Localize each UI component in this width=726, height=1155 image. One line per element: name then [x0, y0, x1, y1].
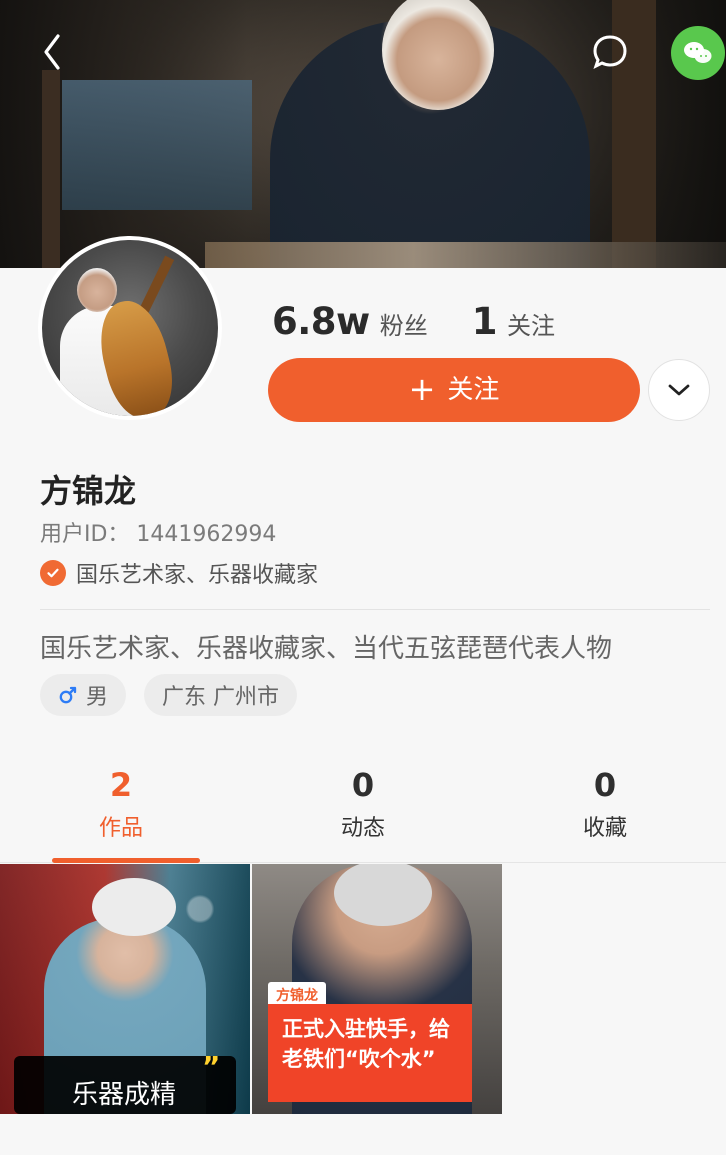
profile-name: 方锦龙 [40, 472, 137, 510]
profile-tabs: 2 作品 0 动态 0 收藏 [0, 752, 726, 863]
work-tile-2[interactable]: 方锦龙 正式入驻快手，给老铁们“吹个水” [252, 864, 502, 1114]
cover-pillar-left [42, 70, 60, 268]
male-icon [58, 685, 78, 705]
following-label: 关注 [506, 312, 555, 340]
wechat-share-button[interactable] [671, 26, 725, 80]
chevron-down-icon [668, 384, 690, 396]
verification-text: 国乐艺术家、乐器收藏家 [76, 563, 319, 588]
back-arrow-icon [44, 34, 60, 70]
fans-stat[interactable]: 6.8w 粉丝 [272, 300, 428, 343]
back-button[interactable] [30, 30, 74, 74]
location-tag: 广东 广州市 [144, 674, 298, 716]
tile-1-caption: 乐器成精 [72, 1080, 177, 1110]
avatar[interactable] [38, 236, 222, 420]
profile-stats: 6.8w 粉丝 1 关注 [272, 300, 555, 343]
verified-check-icon [40, 560, 66, 586]
follow-label: 关注 [447, 375, 500, 405]
fans-label: 粉丝 [379, 312, 428, 340]
tab-works[interactable]: 2 作品 [0, 752, 242, 863]
profile-tags: 男 广东 广州市 [40, 674, 298, 716]
bio-text: 国乐艺术家、乐器收藏家、当代五弦琵琶代表人物 [40, 634, 613, 664]
gender-tag: 男 [40, 674, 127, 716]
verification-row: 国乐艺术家、乐器收藏家 [40, 557, 318, 589]
tab-moments[interactable]: 0 动态 [242, 752, 484, 863]
following-stat[interactable]: 1 关注 [472, 300, 555, 343]
avatar-image [42, 240, 218, 416]
follow-button[interactable]: + 关注 [268, 358, 640, 422]
tile-1-hair [92, 878, 176, 936]
tile-2-caption: 正式入驻快手，给老铁们“吹个水” [268, 1004, 472, 1102]
quote-icon: ” [202, 1050, 221, 1083]
tab-favorites[interactable]: 0 收藏 [484, 752, 726, 863]
moments-label: 动态 [340, 816, 385, 841]
cover-window [62, 80, 252, 210]
user-id: 用户ID： 1441962994 [40, 522, 277, 547]
favorites-label: 收藏 [582, 816, 627, 841]
favorites-count: 0 [593, 766, 617, 804]
chat-bubble-icon [593, 35, 627, 69]
active-tab-indicator [52, 858, 200, 863]
cover-instrument [205, 242, 726, 268]
works-count: 2 [109, 766, 133, 804]
profile-cover [0, 0, 726, 268]
chat-button[interactable] [586, 28, 634, 76]
plus-icon: + [408, 370, 436, 408]
more-options-button[interactable] [648, 359, 710, 421]
avatar-head [77, 268, 117, 312]
location-label: 广东 广州市 [162, 685, 280, 710]
fans-count: 6.8w [272, 300, 370, 343]
works-label: 作品 [98, 816, 143, 841]
wechat-icon [684, 42, 712, 63]
profile-divider [40, 609, 710, 610]
following-count: 1 [471, 300, 498, 343]
gender-label: 男 [86, 685, 109, 710]
moments-count: 0 [351, 766, 375, 804]
